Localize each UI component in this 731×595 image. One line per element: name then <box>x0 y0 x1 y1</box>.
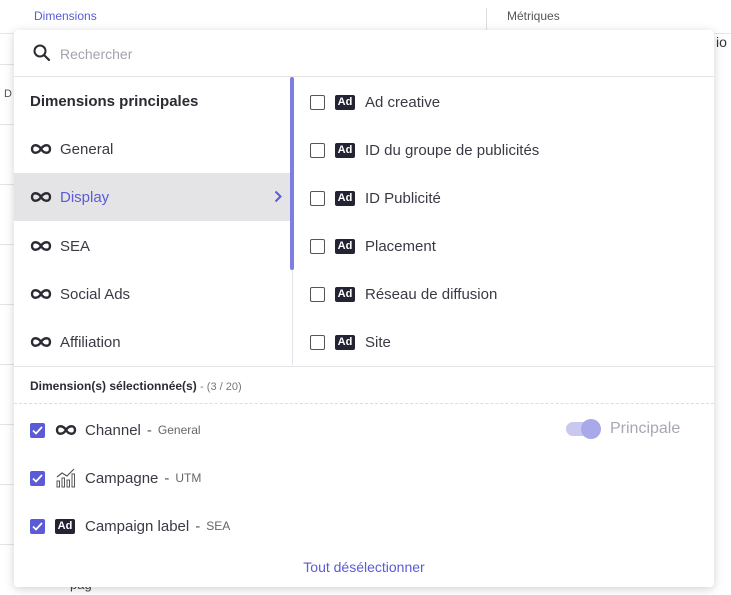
option-panel: Ad Ad creative Ad ID du groupe de public… <box>294 77 714 365</box>
infinity-icon <box>30 144 52 154</box>
separator-dash: - <box>164 469 170 487</box>
table-row-divider <box>0 544 14 545</box>
option-placement[interactable]: Ad Placement <box>310 234 436 258</box>
principal-toggle[interactable]: Principale <box>566 419 681 439</box>
check-icon <box>32 521 43 531</box>
category-item-sea[interactable]: SEA <box>14 222 290 270</box>
dimension-picker-popup: Dimensions principales General Display S… <box>14 30 714 587</box>
chevron-right-icon <box>274 190 282 203</box>
option-label: ID Publicité <box>365 189 441 207</box>
ad-icon: Ad <box>335 94 355 110</box>
principal-label: Principale <box>610 420 681 437</box>
option-ad-creative[interactable]: Ad Ad creative <box>310 90 440 114</box>
selected-category: UTM <box>175 471 202 485</box>
category-panel: Dimensions principales General Display S… <box>14 77 294 366</box>
selected-item-campaign-label[interactable]: Ad Campaign label - SEA <box>30 515 230 537</box>
category-label: SEA <box>60 237 91 255</box>
table-row-divider <box>0 304 14 305</box>
option-ad-id[interactable]: Ad ID Publicité <box>310 186 441 210</box>
deselect-all-button[interactable]: Tout désélectionner <box>14 559 714 575</box>
search-input[interactable] <box>60 43 660 65</box>
category-item-affiliation[interactable]: Affiliation <box>14 318 290 366</box>
checkbox-checked[interactable] <box>30 470 45 486</box>
table-row-divider <box>0 244 14 245</box>
checkbox[interactable] <box>310 190 325 206</box>
category-label: Affiliation <box>60 333 121 351</box>
ad-icon: Ad <box>335 238 355 254</box>
selected-category: General <box>157 423 201 437</box>
ad-icon: Ad <box>335 190 355 206</box>
selected-title-text: Dimension(s) sélectionnée(s) <box>30 379 197 393</box>
table-row-divider <box>0 364 14 365</box>
checkbox[interactable] <box>310 238 325 254</box>
checkbox-checked[interactable] <box>30 518 45 534</box>
background-header: Dimensions Métriques <box>0 0 731 34</box>
category-label: Social Ads <box>60 285 131 303</box>
separator-dash: - <box>195 517 201 535</box>
table-row-divider <box>0 484 14 485</box>
selected-label: Campaign label <box>85 517 190 535</box>
check-icon <box>32 473 43 483</box>
tab-dimensions[interactable]: Dimensions <box>34 9 97 23</box>
category-item-general[interactable]: General <box>14 125 290 173</box>
checkbox-checked[interactable] <box>30 422 45 438</box>
option-label: Site <box>365 333 391 351</box>
option-site[interactable]: Ad Site <box>310 330 391 354</box>
infinity-icon <box>30 289 52 299</box>
selected-label: Channel <box>85 421 141 439</box>
selected-header: Dimension(s) sélectionnée(s) - (3 / 20) <box>14 366 714 404</box>
background-edge-text: io <box>716 34 727 50</box>
table-row-divider <box>0 64 14 65</box>
selected-count: - (3 / 20) <box>200 381 242 393</box>
separator-dash: - <box>146 421 152 439</box>
checkbox[interactable] <box>310 142 325 158</box>
infinity-icon <box>30 241 52 251</box>
chart-icon <box>55 468 77 488</box>
ad-icon: Ad <box>335 286 355 302</box>
infinity-icon <box>30 337 52 347</box>
category-label: General <box>60 140 114 158</box>
check-icon <box>32 425 43 435</box>
category-item-display[interactable]: Display <box>14 173 290 221</box>
selected-title: Dimension(s) sélectionnée(s) - (3 / 20) <box>30 379 242 393</box>
option-ad-group-id[interactable]: Ad ID du groupe de publicités <box>310 138 539 162</box>
option-label: ID du groupe de publicités <box>365 141 540 159</box>
category-heading: Dimensions principales <box>30 93 199 110</box>
table-row-divider <box>0 124 14 125</box>
selected-category: SEA <box>206 519 231 533</box>
infinity-icon <box>30 192 52 202</box>
option-network[interactable]: Ad Réseau de diffusion <box>310 282 497 306</box>
toggle-switch[interactable] <box>566 419 601 439</box>
toggle-knob <box>581 419 601 439</box>
tab-metriques[interactable]: Métriques <box>507 9 560 23</box>
selected-item-channel[interactable]: Channel - General <box>30 419 201 441</box>
option-label: Placement <box>365 237 436 255</box>
option-label: Ad creative <box>365 93 441 111</box>
checkbox[interactable] <box>310 94 325 110</box>
infinity-icon <box>55 422 77 438</box>
table-row-divider <box>0 184 14 185</box>
option-label: Réseau de diffusion <box>365 285 498 303</box>
search-icon <box>33 44 51 62</box>
header-divider <box>486 8 487 30</box>
selected-label: Campagne <box>85 469 159 487</box>
table-row-divider <box>0 424 14 425</box>
selected-item-campagne[interactable]: Campagne - UTM <box>30 467 201 489</box>
search-bar <box>14 30 714 77</box>
ad-icon: Ad <box>335 142 355 158</box>
background-column-label: D <box>4 88 12 100</box>
category-item-social-ads[interactable]: Social Ads <box>14 270 290 318</box>
ad-icon: Ad <box>55 518 75 534</box>
checkbox[interactable] <box>310 334 325 350</box>
checkbox[interactable] <box>310 286 325 302</box>
ad-icon: Ad <box>335 334 355 350</box>
category-label: Display <box>60 188 110 206</box>
